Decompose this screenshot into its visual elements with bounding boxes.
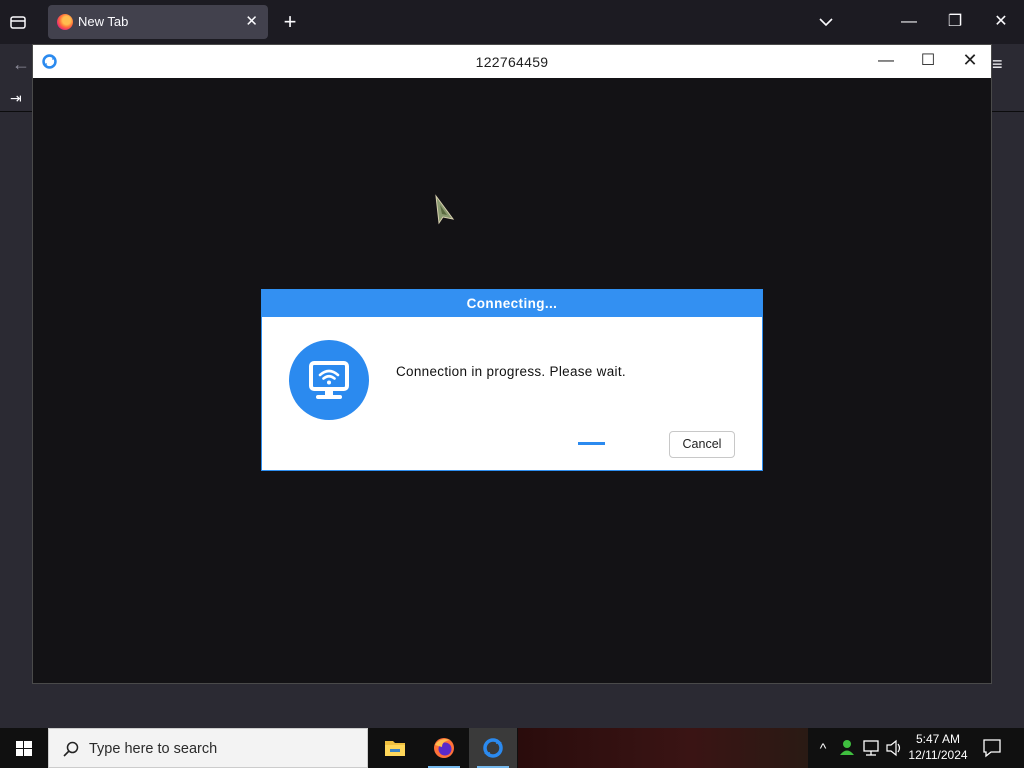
- remote-window-titlebar[interactable]: 122764459 — ☐ ✕: [33, 45, 991, 78]
- network-icon[interactable]: [860, 728, 882, 768]
- search-placeholder: Type here to search: [89, 741, 218, 757]
- remote-desktop-taskbar-icon[interactable]: [469, 728, 517, 768]
- browser-restore-button[interactable]: ❐: [932, 0, 978, 44]
- browser-close-button[interactable]: ✕: [978, 0, 1024, 44]
- chevron-down-icon[interactable]: [816, 12, 836, 32]
- new-tab-button[interactable]: +: [280, 9, 300, 35]
- user-status-icon[interactable]: [836, 728, 858, 768]
- taskbar-search-box[interactable]: Type here to search: [48, 728, 368, 768]
- windows-taskbar: Type here to search ^ 5:47 AM 12/11/2024: [0, 728, 1024, 768]
- windows-start-icon[interactable]: [0, 728, 48, 768]
- tab-title: New Tab: [78, 14, 129, 29]
- firefox-view-icon[interactable]: [8, 12, 28, 32]
- file-explorer-icon[interactable]: [371, 728, 419, 768]
- cancel-button[interactable]: Cancel: [669, 431, 735, 458]
- progress-indicator: [578, 442, 605, 445]
- browser-tabbar: New Tab ✕ + — ❐ ✕: [0, 0, 1024, 44]
- taskbar-empty-area: [518, 728, 808, 768]
- firefox-favicon-icon: [57, 14, 73, 30]
- monitor-wifi-icon: [289, 340, 369, 420]
- tray-chevron-icon[interactable]: ^: [812, 728, 834, 768]
- dialog-message: Connection in progress. Please wait.: [396, 364, 626, 379]
- remote-maximize-button[interactable]: ☐: [907, 45, 949, 78]
- remote-window-title: 122764459: [475, 54, 549, 70]
- firefox-taskbar-icon[interactable]: [420, 728, 468, 768]
- tab-new-tab[interactable]: New Tab ✕: [48, 5, 268, 39]
- back-arrow-icon[interactable]: ←: [12, 54, 30, 75]
- remote-close-button[interactable]: ✕: [949, 45, 991, 78]
- connecting-dialog: Connecting... Connection in progress. Pl…: [261, 289, 763, 471]
- clock-time: 5:47 AM: [915, 732, 961, 746]
- clock-date: 12/11/2024: [908, 748, 968, 762]
- dialog-title: Connecting...: [262, 290, 762, 317]
- hamburger-menu-icon[interactable]: ≡: [992, 54, 1003, 75]
- remote-cursor-icon: [435, 194, 455, 225]
- notification-center-icon[interactable]: [980, 728, 1004, 768]
- browser-minimize-button[interactable]: —: [886, 0, 932, 44]
- taskbar-clock[interactable]: 5:47 AM 12/11/2024: [900, 731, 976, 763]
- tab-close-icon[interactable]: ✕: [245, 12, 258, 30]
- remote-minimize-button[interactable]: —: [865, 45, 907, 78]
- signin-icon[interactable]: ⇥: [10, 90, 22, 107]
- search-icon: [63, 741, 79, 757]
